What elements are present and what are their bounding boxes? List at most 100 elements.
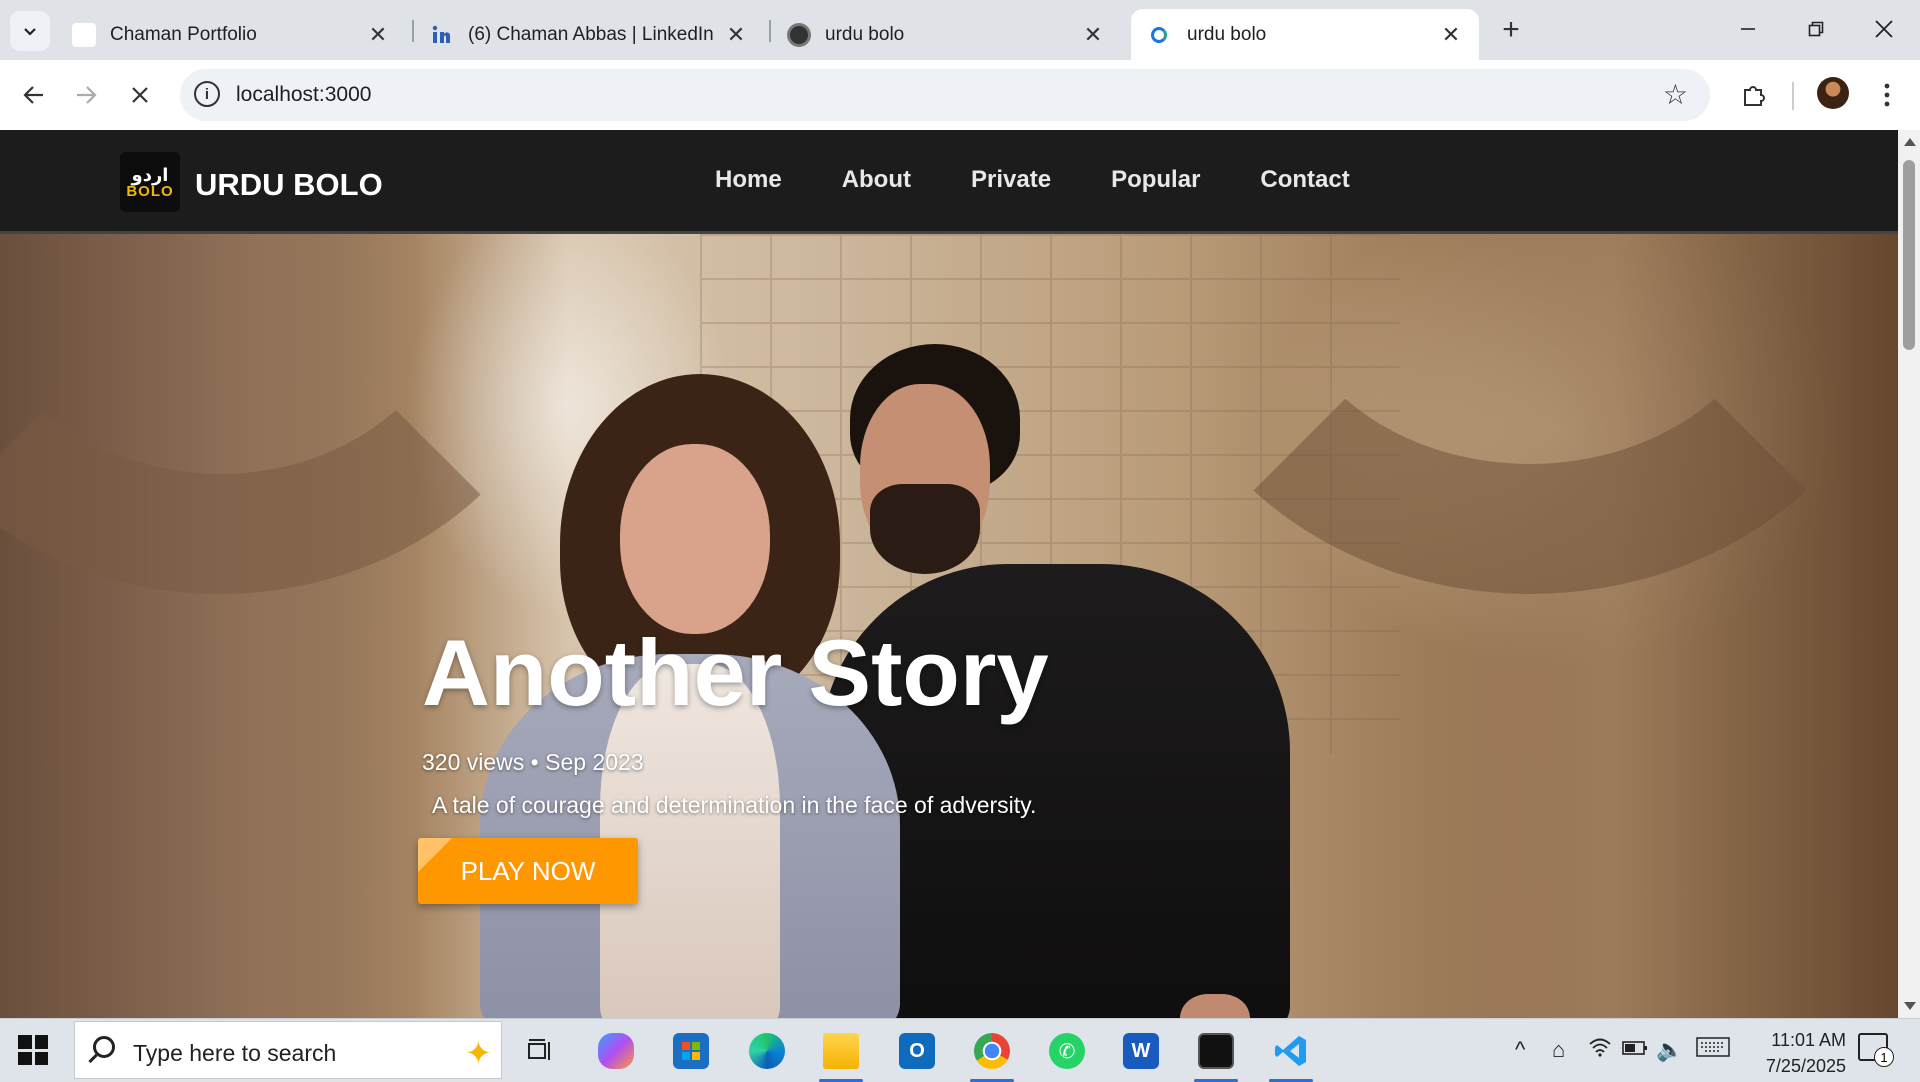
browser-tab-strip: Chaman Portfolio ✕ (6) Chaman Abbas | Li… [0, 0, 1920, 60]
star-icon[interactable]: ☆ [1663, 78, 1688, 111]
close-icon [1875, 20, 1893, 38]
close-icon[interactable]: ✕ [1081, 22, 1105, 47]
word-icon: W [1123, 1033, 1159, 1069]
woman-figure-face [620, 444, 770, 634]
wifi-icon[interactable] [1588, 1037, 1612, 1063]
notification-center-icon[interactable]: 1 [1858, 1033, 1894, 1067]
nav-private[interactable]: Private [971, 166, 1051, 194]
hero-title: Another Story [422, 620, 1049, 725]
close-window-button[interactable] [1850, 0, 1918, 58]
hero-banner: Another Story 320 views • Sep 2023 A tal… [0, 234, 1898, 1018]
outlook-app[interactable]: O [891, 1027, 943, 1075]
address-bar[interactable]: i localhost:3000 ☆ [180, 69, 1710, 121]
more-vert-icon [1884, 83, 1890, 107]
scroll-down-arrow-icon[interactable] [1904, 1002, 1916, 1010]
nav-popular[interactable]: Popular [1111, 166, 1200, 194]
stone-arch-left [0, 234, 580, 594]
tab-urdu-bolo[interactable]: urdu bolo ✕ [771, 9, 1121, 60]
man-figure-beard [870, 484, 980, 574]
copilot-app[interactable] [590, 1027, 642, 1075]
linkedin-icon [430, 23, 454, 47]
nav-about[interactable]: About [842, 166, 911, 194]
windows-start-button[interactable] [18, 1035, 48, 1065]
tab-title: Chaman Portfolio [110, 23, 257, 45]
sparkle-icon: ✦ [465, 1035, 492, 1071]
nav-contact[interactable]: Contact [1260, 166, 1349, 194]
close-icon[interactable]: ✕ [724, 22, 748, 47]
nav-home[interactable]: Home [715, 166, 782, 194]
close-icon[interactable]: ✕ [366, 22, 390, 47]
toolbar-divider [1792, 82, 1794, 110]
file-explorer-app[interactable] [815, 1027, 867, 1082]
edge-app[interactable] [741, 1027, 793, 1075]
back-button[interactable] [12, 73, 56, 117]
volume-icon[interactable]: 🔈 [1656, 1037, 1683, 1063]
whatsapp-app[interactable]: ✆ [1041, 1027, 1093, 1075]
system-clock[interactable]: 11:01 AM 7/25/2025 [1736, 1027, 1846, 1079]
search-placeholder: Type here to search [133, 1040, 337, 1066]
logo-bolo-text: BOLO [126, 182, 174, 200]
chrome-app[interactable] [966, 1027, 1018, 1082]
folder-icon [823, 1033, 859, 1069]
new-tab-button[interactable]: + [1494, 13, 1528, 47]
urdu-bolo-icon [787, 22, 811, 47]
arrow-right-icon [77, 86, 97, 104]
play-now-button[interactable]: PLAY NOW [418, 838, 638, 904]
search-icon [93, 1036, 115, 1058]
logo-urdu-text: اردو [131, 164, 169, 185]
microsoft-store-app[interactable] [665, 1027, 717, 1075]
loading-icon [1151, 26, 1167, 43]
brand-name[interactable]: URDU BOLO [195, 167, 383, 203]
page-scrollbar[interactable] [1898, 130, 1920, 1018]
clock-date: 7/25/2025 [1765, 1056, 1846, 1076]
chrome-icon [974, 1033, 1010, 1069]
play-now-label: PLAY NOW [460, 855, 596, 886]
minimize-icon [1741, 28, 1755, 30]
tab-search-button[interactable] [10, 11, 50, 51]
hero-meta: 320 views • Sep 2023 [422, 749, 644, 775]
site-header: اردو BOLO URDU BOLO Home About Private P… [0, 130, 1898, 234]
tab-urdu-bolo-active[interactable]: urdu bolo ✕ [1131, 9, 1479, 60]
task-view-button[interactable] [514, 1027, 566, 1075]
extensions-button[interactable] [1734, 75, 1774, 115]
vscode-icon [1273, 1033, 1309, 1069]
edge-icon [749, 1033, 785, 1069]
vscode-app[interactable] [1265, 1027, 1317, 1082]
blank-page-icon [72, 22, 96, 47]
tab-linkedin[interactable]: (6) Chaman Abbas | LinkedIn ✕ [414, 9, 764, 60]
terminal-icon [1198, 1033, 1234, 1069]
windows-taskbar: Type here to search ✦ O ✆ W ^ ⌂ 🔈 11:01 … [0, 1018, 1920, 1082]
scroll-thumb[interactable] [1903, 160, 1915, 350]
copilot-icon [598, 1033, 634, 1069]
minimize-button[interactable] [1714, 0, 1782, 58]
button-corner-accent [418, 838, 452, 872]
chevron-down-icon [24, 28, 36, 36]
clock-time: 11:01 AM [1771, 1030, 1846, 1050]
stop-loading-button[interactable] [118, 73, 162, 117]
meet-now-icon[interactable]: ⌂ [1552, 1037, 1565, 1063]
arrow-left-icon [23, 86, 43, 104]
hero-description: A tale of courage and determination in t… [432, 792, 1037, 818]
keyboard-icon[interactable] [1696, 1037, 1730, 1063]
main-nav: Home About Private Popular Contact [715, 166, 1350, 194]
url-text[interactable]: localhost:3000 [236, 83, 371, 107]
profile-avatar[interactable] [1817, 77, 1849, 109]
restore-icon [1808, 21, 1824, 37]
tab-title: (6) Chaman Abbas | LinkedIn [468, 23, 714, 45]
word-app[interactable]: W [1115, 1027, 1167, 1075]
terminal-app[interactable] [1190, 1027, 1242, 1082]
close-icon[interactable]: ✕ [1439, 22, 1463, 47]
info-icon[interactable]: i [194, 81, 220, 107]
tab-chaman-portfolio[interactable]: Chaman Portfolio ✕ [56, 9, 406, 60]
whatsapp-icon: ✆ [1049, 1033, 1085, 1069]
scroll-up-arrow-icon[interactable] [1904, 138, 1916, 146]
battery-icon[interactable] [1622, 1037, 1648, 1063]
site-logo[interactable]: اردو BOLO [120, 152, 180, 212]
page-viewport: اردو BOLO URDU BOLO Home About Private P… [0, 130, 1920, 1018]
tab-title: urdu bolo [825, 23, 905, 45]
menu-button[interactable] [1867, 75, 1907, 115]
restore-button[interactable] [1782, 0, 1850, 58]
forward-button[interactable] [64, 73, 108, 117]
taskbar-search-box[interactable]: Type here to search ✦ [74, 1021, 502, 1079]
show-hidden-icons-chevron-icon[interactable]: ^ [1515, 1037, 1525, 1063]
